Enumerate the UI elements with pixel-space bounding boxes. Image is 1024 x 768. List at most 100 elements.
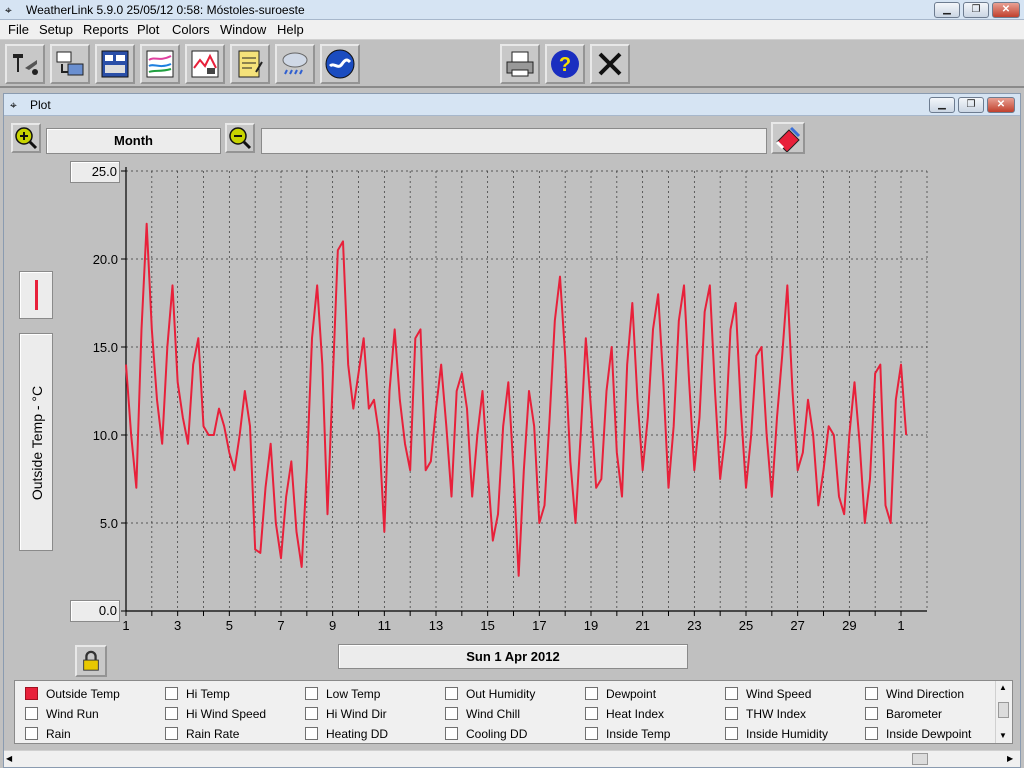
legend-item[interactable]: Low Temp	[305, 687, 380, 701]
scroll-down-icon[interactable]: ▼	[999, 731, 1007, 740]
legend-item[interactable]: Wind Direction	[865, 687, 964, 701]
legend-checkbox[interactable]	[865, 687, 878, 700]
scroll-right-icon[interactable]: ▶	[1007, 754, 1013, 763]
download-button[interactable]	[50, 44, 90, 84]
menu-file[interactable]: File	[8, 22, 29, 37]
x-tick-label: 19	[584, 618, 598, 633]
x-tick-label: 3	[174, 618, 181, 633]
summary-button[interactable]	[140, 44, 180, 84]
legend-checkbox[interactable]	[25, 727, 38, 740]
legend-item[interactable]: Hi Wind Speed	[165, 707, 266, 721]
summary-icon	[146, 50, 174, 78]
legend-label: Hi Temp	[186, 687, 230, 701]
legend-item[interactable]: Heating DD	[305, 727, 388, 741]
legend-checkbox[interactable]	[25, 707, 38, 720]
plot-icon	[191, 50, 219, 78]
legend-checkbox[interactable]	[725, 707, 738, 720]
legend-checkbox[interactable]	[25, 687, 38, 700]
legend-label: Low Temp	[326, 687, 381, 701]
legend-checkbox[interactable]	[585, 687, 598, 700]
y-tick-label: 5.0	[100, 516, 118, 531]
legend-label: Heat Index	[606, 707, 665, 721]
bulletin-button[interactable]	[95, 44, 135, 84]
hscroll-thumb[interactable]	[912, 753, 928, 765]
legend-label: Inside Temp	[606, 727, 671, 741]
app-title-bar[interactable]: ⌖ WeatherLink 5.9.0 25/05/12 0:58: Mósto…	[0, 0, 1024, 20]
legend-item[interactable]: THW Index	[725, 707, 806, 721]
legend-checkbox[interactable]	[865, 727, 878, 740]
legend-item[interactable]: Wind Chill	[445, 707, 520, 721]
notes-button[interactable]	[230, 44, 270, 84]
legend-item[interactable]: Dewpoint	[585, 687, 656, 701]
legend-label: Wind Chill	[466, 707, 521, 721]
legend-checkbox[interactable]	[165, 687, 178, 700]
legend-item[interactable]: Hi Temp	[165, 687, 230, 701]
legend-checkbox[interactable]	[585, 707, 598, 720]
legend-checkbox[interactable]	[725, 727, 738, 740]
legend-item[interactable]: Cooling DD	[445, 727, 527, 741]
legend-item[interactable]: Heat Index	[585, 707, 664, 721]
legend-label: THW Index	[746, 707, 807, 721]
weather-button[interactable]	[275, 44, 315, 84]
x-tick-label: 9	[329, 618, 336, 633]
date-label[interactable]: Sun 1 Apr 2012	[338, 644, 688, 669]
legend-checkbox[interactable]	[305, 727, 318, 740]
print-icon	[506, 51, 534, 77]
lock-icon	[83, 650, 99, 671]
legend-item[interactable]: Rain Rate	[165, 727, 239, 741]
legend-checkbox[interactable]	[305, 707, 318, 720]
menu-reports[interactable]: Reports	[83, 22, 129, 37]
print-button[interactable]	[500, 44, 540, 84]
legend-item[interactable]: Hi Wind Dir	[305, 707, 387, 721]
legend-checkbox[interactable]	[725, 687, 738, 700]
app-title: WeatherLink 5.9.0 25/05/12 0:58: Móstole…	[26, 3, 305, 17]
legend-label: Wind Speed	[746, 687, 812, 701]
menu-setup[interactable]: Setup	[39, 22, 73, 37]
legend-item[interactable]: Rain	[25, 727, 71, 741]
legend-label: Out Humidity	[466, 687, 536, 701]
noaa-icon	[325, 49, 355, 79]
temperature-chart[interactable]: 5.010.015.020.01 3 5 7 9 11 13 15 17 19 21 23 25 27 29…	[4, 94, 1020, 634]
legend-checkbox[interactable]	[865, 707, 878, 720]
legend-item[interactable]: Out Humidity	[445, 687, 535, 701]
menu-window[interactable]: Window	[220, 22, 266, 37]
help-button[interactable]: ?	[545, 44, 585, 84]
legend-item[interactable]: Wind Speed	[725, 687, 811, 701]
scroll-thumb[interactable]	[998, 702, 1009, 718]
legend-checkbox[interactable]	[165, 707, 178, 720]
legend-item[interactable]: Inside Humidity	[725, 727, 828, 741]
bulletin-icon	[101, 50, 129, 78]
legend-item[interactable]: Barometer	[865, 707, 942, 721]
maximize-button[interactable]: ❐	[963, 2, 989, 18]
plot-button[interactable]	[185, 44, 225, 84]
scroll-left-icon[interactable]: ◀	[6, 754, 12, 763]
lock-axis-button[interactable]	[75, 645, 107, 677]
x-tick-label: 5	[226, 618, 233, 633]
x-tick-label: 1	[897, 618, 904, 633]
legend-checkbox[interactable]	[165, 727, 178, 740]
noaa-button[interactable]	[320, 44, 360, 84]
legend-item[interactable]: Inside Temp	[585, 727, 670, 741]
legend-checkbox[interactable]	[305, 687, 318, 700]
legend-checkbox[interactable]	[445, 687, 458, 700]
close-window-button[interactable]: ✕	[992, 2, 1020, 18]
legend-checkbox[interactable]	[445, 727, 458, 740]
x-tick-label: 7	[277, 618, 284, 633]
horizontal-scrollbar[interactable]: ◀ ▶	[4, 750, 1020, 767]
exit-button[interactable]	[590, 44, 630, 84]
legend-item[interactable]: Inside Dewpoint	[865, 727, 971, 741]
scroll-up-icon[interactable]: ▲	[999, 683, 1007, 692]
legend-item[interactable]: Outside Temp	[25, 687, 120, 701]
y-tick-label: 15.0	[93, 340, 118, 355]
legend-scrollbar[interactable]: ▲ ▼	[995, 681, 1012, 743]
menu-help[interactable]: Help	[277, 22, 304, 37]
legend-checkbox[interactable]	[585, 727, 598, 740]
legend-checkbox[interactable]	[445, 707, 458, 720]
station-button[interactable]	[5, 44, 45, 84]
menu-plot[interactable]: Plot	[137, 22, 159, 37]
menu-colors[interactable]: Colors	[172, 22, 210, 37]
x-tick-label: 17	[532, 618, 546, 633]
legend-item[interactable]: Wind Run	[25, 707, 99, 721]
minimize-button[interactable]: ▁	[934, 2, 960, 18]
plot-window: ⌖ Plot ▁ ❐ ✕ Month 25.0 0.0 Outside Temp…	[3, 93, 1021, 768]
